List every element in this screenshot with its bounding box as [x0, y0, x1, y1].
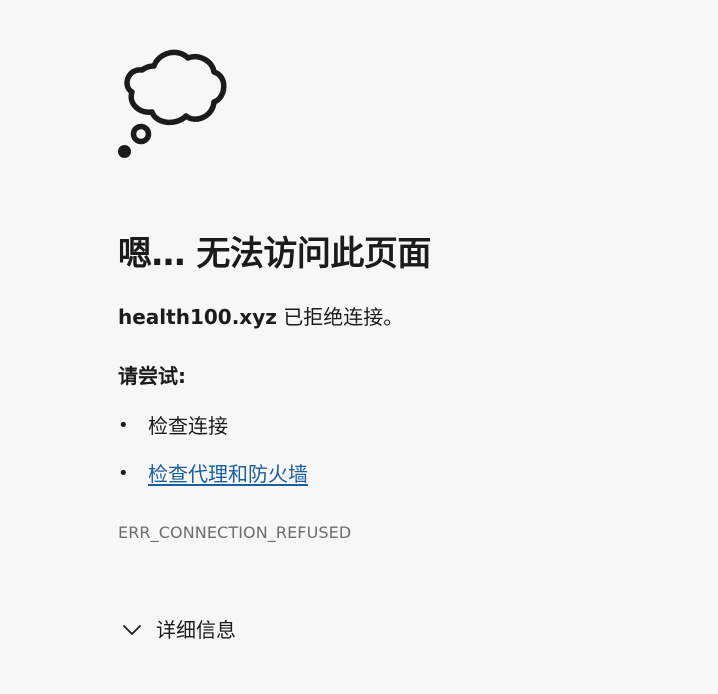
error-description: health100.xyz 已拒绝连接。: [118, 302, 403, 332]
bullet: •: [118, 415, 129, 436]
page-title: 嗯… 无法访问此页面: [118, 234, 431, 274]
details-button[interactable]: 详细信息: [118, 612, 242, 648]
try-heading: 请尝试:: [118, 364, 186, 388]
host-name: health100.xyz: [118, 305, 277, 329]
error-message: 已拒绝连接。: [276, 305, 404, 329]
error-code: ERR_CONNECTION_REFUSED: [118, 523, 352, 542]
details-label: 详细信息: [156, 618, 236, 642]
list-item: • 检查代理和防火墙: [118, 458, 308, 506]
suggestion-check-connection: 检查连接: [148, 414, 228, 438]
check-proxy-firewall-link[interactable]: 检查代理和防火墙: [148, 462, 308, 486]
error-page: 嗯… 无法访问此页面 health100.xyz 已拒绝连接。 请尝试: • 检…: [0, 0, 718, 694]
suggestion-list: • 检查连接 • 检查代理和防火墙: [118, 410, 308, 506]
list-item: • 检查连接: [118, 410, 308, 458]
bullet: •: [118, 463, 129, 484]
chevron-down-icon: [122, 624, 142, 636]
thought-bubble-icon: [114, 46, 230, 162]
